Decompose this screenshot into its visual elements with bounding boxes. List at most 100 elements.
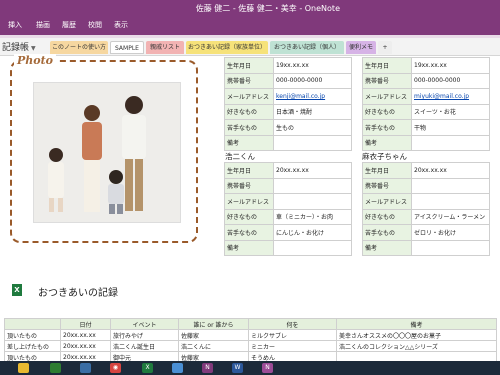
log-title: おつきあいの記録 — [38, 288, 118, 299]
profile-key: 苦手なもの — [362, 119, 412, 136]
table-row: 差し上げたもの 20xx.xx.xx 浩二くん誕生日 浩二くんに ミニカー 浩二… — [4, 340, 497, 352]
profile-value[interactable]: 生もの — [273, 119, 352, 136]
profile-value[interactable]: 000-0000-0000 — [273, 72, 352, 89]
profile-key: 苦手なもの — [224, 119, 274, 136]
section-tab-sample[interactable]: SAMPLE — [110, 41, 144, 54]
table-cell[interactable]: 浩二くんに — [178, 340, 249, 352]
profile-key: 好きなもの — [362, 208, 412, 225]
profile-key: 生年月日 — [224, 162, 274, 179]
profile-value[interactable]: 000-0000-0000 — [411, 72, 490, 89]
profile-value[interactable]: 19xx.xx.xx — [411, 57, 490, 74]
profile-value[interactable] — [411, 239, 490, 256]
chrome-icon[interactable]: ◉ — [110, 363, 121, 373]
menu-draw[interactable]: 描画 — [36, 20, 50, 30]
profile-key: メールアドレス — [224, 193, 274, 210]
profile-key: 好きなもの — [224, 103, 274, 120]
section-tab-row: 記録帳 ▼ このノートの使い方 SAMPLE 親戚リスト おつきあい記録（家族単位… — [0, 38, 500, 56]
table-cell[interactable]: 旅行みやげ — [110, 329, 179, 341]
profile-key: 好きなもの — [362, 103, 412, 120]
family-photo — [33, 82, 181, 223]
table-cell[interactable]: ミニカー — [248, 340, 337, 352]
title-bar: 佐藤 健二 - 佐藤 健二・美幸 - OneNote — [0, 0, 500, 18]
family-photo-image — [34, 83, 180, 222]
profile-key: 生年月日 — [224, 57, 274, 74]
file-explorer-icon[interactable] — [18, 363, 29, 373]
profile-value[interactable]: ゼロリ・お化け — [411, 224, 490, 241]
profile-key: 携帯番号 — [362, 177, 412, 194]
menu-insert[interactable]: 挿入 — [8, 20, 22, 30]
profile-value[interactable]: miyuki@mail.co.jp — [411, 88, 490, 105]
section-tab-personal-log[interactable]: おつきあい記録（個人） — [270, 41, 344, 54]
profile-key: 生年月日 — [362, 57, 412, 74]
onenote-active-icon[interactable]: N — [262, 363, 273, 373]
profile-value[interactable]: アイスクリーム・ラーメン — [411, 208, 490, 225]
section-tab-howto[interactable]: このノートの使い方 — [50, 41, 108, 54]
section-tab-memo[interactable]: 便利メモ — [346, 41, 376, 54]
add-section-button[interactable]: + — [378, 41, 392, 54]
profile-value[interactable] — [273, 177, 352, 194]
profile-key: メールアドレス — [362, 193, 412, 210]
profile-value[interactable] — [411, 134, 490, 151]
profile-table-koji: 生年月日 20xx.xx.xx 携帯番号 メールアドレス 好きなもの 車（ミニカー）… — [224, 162, 352, 256]
notebook-name: 記録帳 — [2, 43, 30, 53]
profile-value[interactable]: スイーツ・お花 — [411, 103, 490, 120]
profile-value[interactable] — [411, 193, 490, 210]
profile-key: 備考 — [224, 239, 274, 256]
table-cell[interactable]: 20xx.xx.xx — [60, 340, 111, 352]
profile-value[interactable]: 干物 — [411, 119, 490, 136]
profile-value[interactable]: にんじん・お化け — [273, 224, 352, 241]
table-row: 頂いたもの 20xx.xx.xx 旅行みやげ 佐藤家 ミルクサブレ 美幸さんオス… — [4, 329, 497, 341]
photo-label: Photo — [14, 54, 57, 67]
table-cell[interactable]: 美幸さんオススメの〇〇〇屋のお菓子 — [336, 329, 497, 341]
table-cell[interactable]: ミルクサブレ — [248, 329, 337, 341]
profile-table-miyuki: 生年月日 19xx.xx.xx 携帯番号 000-0000-0000 メールアドレス… — [362, 57, 490, 151]
profile-key: 生年月日 — [362, 162, 412, 179]
notebook-picker[interactable]: 記録帳 ▼ — [2, 40, 36, 53]
ribbon-menu: 挿入 描画 履歴 校閲 表示 — [0, 18, 500, 35]
menu-history[interactable]: 履歴 — [62, 20, 76, 30]
taskbar: ◉ X N W N — [0, 361, 500, 375]
table-cell[interactable]: 佐藤家 — [178, 329, 249, 341]
menu-view[interactable]: 表示 — [114, 20, 128, 30]
profile-value[interactable]: 車（ミニカー）・お肉 — [273, 208, 352, 225]
table-header: 誰に or 誰から — [178, 318, 249, 330]
profile-key: メールアドレス — [224, 88, 274, 105]
table-header: 備考 — [336, 318, 497, 330]
profile-key: 苦手なもの — [362, 224, 412, 241]
profile-value[interactable]: 日本酒・焼酎 — [273, 103, 352, 120]
profile-value[interactable] — [273, 193, 352, 210]
profile-key: 備考 — [362, 134, 412, 151]
profile-key: 携帯番号 — [224, 72, 274, 89]
table-cell[interactable]: 差し上げたもの — [4, 340, 61, 352]
app-icon[interactable] — [172, 363, 183, 373]
table-header — [4, 318, 61, 330]
table-cell[interactable]: 頂いたもの — [4, 329, 61, 341]
person-name-maiko: 麻衣子ちゃん — [362, 152, 407, 161]
table-header: 日付 — [60, 318, 111, 330]
profile-value[interactable] — [411, 177, 490, 194]
menu-review[interactable]: 校閲 — [88, 20, 102, 30]
word-icon[interactable]: W — [232, 363, 243, 373]
profile-key: 携帯番号 — [224, 177, 274, 194]
window-title: 佐藤 健二 - 佐藤 健二・美幸 - OneNote — [195, 4, 340, 13]
chevron-down-icon: ▼ — [31, 45, 36, 52]
store-icon[interactable] — [50, 363, 61, 373]
excel-file-icon[interactable]: X — [12, 284, 22, 296]
profile-value[interactable]: kenji@mail.co.jp — [273, 88, 352, 105]
profile-value[interactable]: 20xx.xx.xx — [411, 162, 490, 179]
onenote-icon[interactable]: N — [202, 363, 213, 373]
profile-value[interactable]: 19xx.xx.xx — [273, 57, 352, 74]
profile-value[interactable] — [273, 239, 352, 256]
profile-key: 好きなもの — [224, 208, 274, 225]
profile-value[interactable]: 20xx.xx.xx — [273, 162, 352, 179]
section-tab-relatives[interactable]: 親戚リスト — [146, 41, 184, 54]
relationship-log-table: 日付 イベント 誰に or 誰から 何を 備考 頂いたもの 20xx.xx.xx… — [4, 318, 497, 363]
table-cell[interactable]: 浩二くんのコレクション△△シリーズ — [336, 340, 497, 352]
photos-icon[interactable] — [80, 363, 91, 373]
section-tab-family-log[interactable]: おつきあい記録（家族単位） — [186, 41, 268, 54]
table-cell[interactable]: 20xx.xx.xx — [60, 329, 111, 341]
profile-value[interactable] — [273, 134, 352, 151]
person-name-koji: 浩二くん — [225, 152, 255, 161]
excel-icon[interactable]: X — [142, 363, 153, 373]
table-cell[interactable]: 浩二くん誕生日 — [110, 340, 179, 352]
